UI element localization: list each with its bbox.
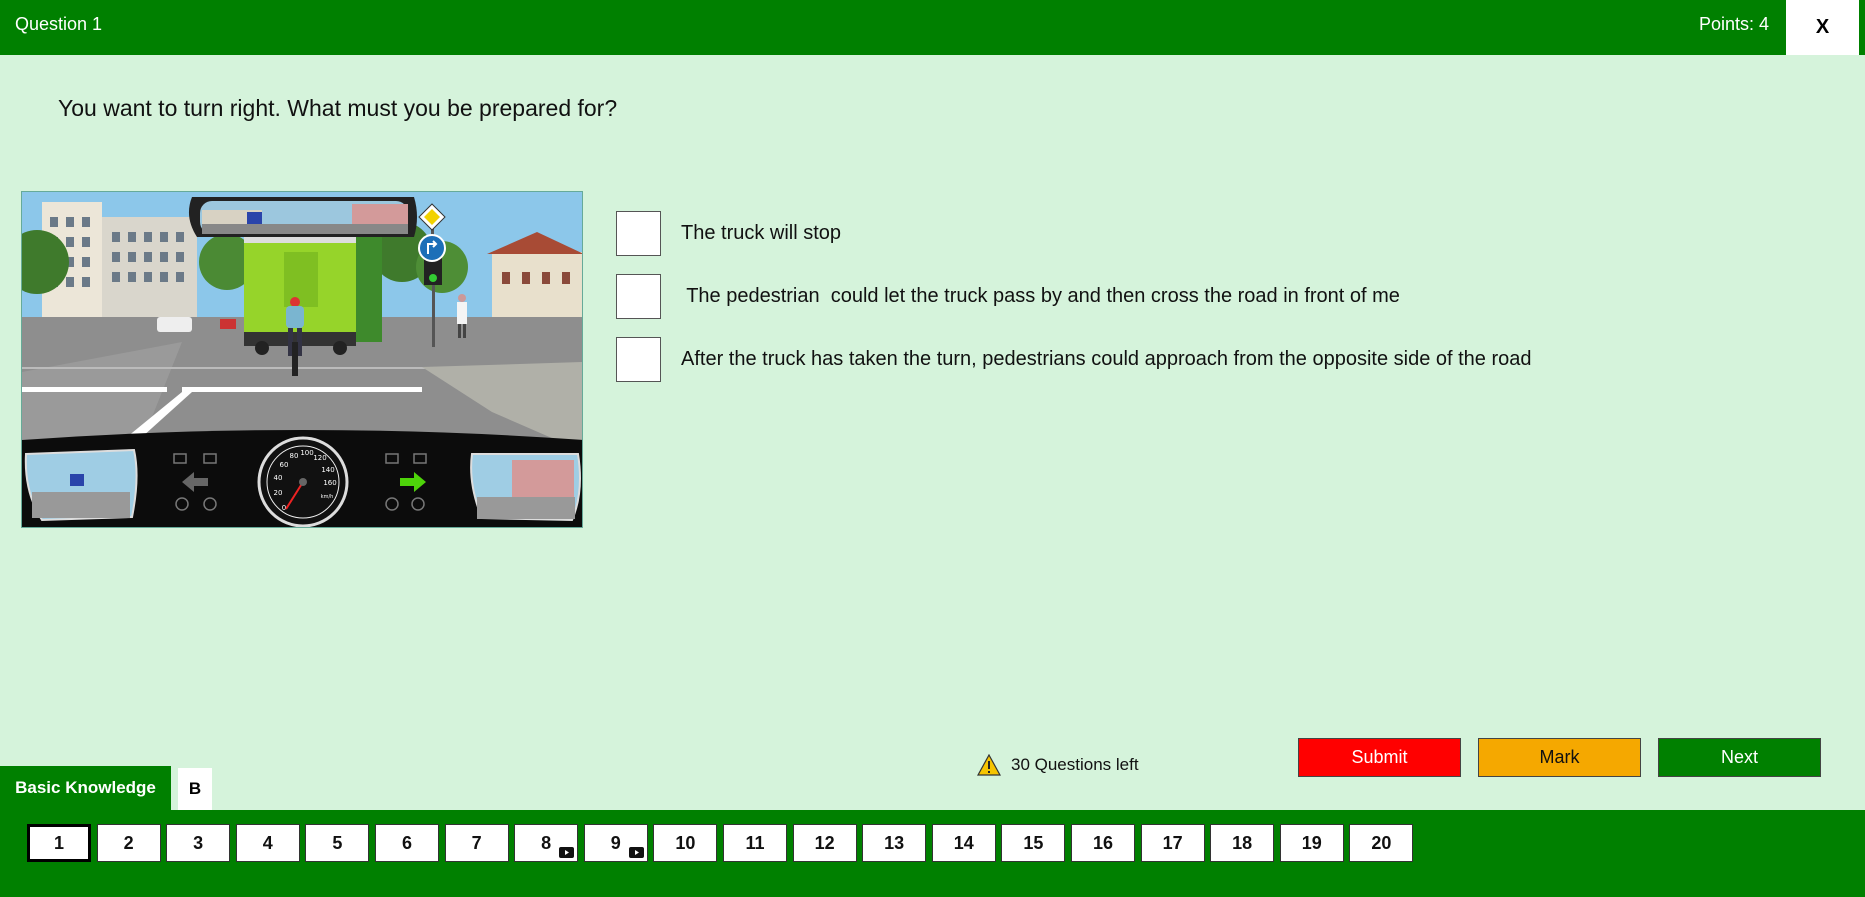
- question-number-label: 7: [471, 832, 482, 853]
- question-number-label: 1: [53, 832, 64, 853]
- question-number-button[interactable]: 10: [653, 824, 718, 862]
- questions-left-text: 30 Questions left: [1011, 755, 1139, 774]
- answer-option-1[interactable]: The truck will stop: [616, 210, 841, 256]
- question-number-label: 19: [1301, 832, 1322, 853]
- question-number-label: 13: [884, 832, 905, 853]
- speedo-unit: km/h: [321, 494, 334, 500]
- question-number-button[interactable]: 4: [235, 824, 300, 862]
- question-number-label: 8: [541, 832, 552, 853]
- next-button[interactable]: Next: [1658, 738, 1821, 777]
- question-number-label: 18: [1232, 832, 1253, 853]
- submit-button[interactable]: Submit: [1298, 738, 1461, 777]
- question-number-label: 14: [953, 832, 974, 853]
- question-label: Question 1: [15, 14, 103, 34]
- question-number-label: 17: [1162, 832, 1183, 853]
- question-number-button[interactable]: 16: [1071, 824, 1135, 862]
- question-number-button[interactable]: 14: [931, 824, 996, 862]
- question-number-label: 3: [193, 832, 204, 853]
- speedo-label-140: 140: [321, 466, 334, 474]
- speedo-label-40: 40: [274, 474, 283, 482]
- warning-icon: [977, 754, 1001, 776]
- question-number-label: 12: [814, 832, 835, 853]
- close-button[interactable]: X: [1786, 0, 1859, 55]
- answer-option-3[interactable]: After the truck has taken the turn, pede…: [616, 336, 1532, 382]
- question-number-button[interactable]: 9: [583, 824, 648, 862]
- speedo-label-100: 100: [300, 449, 313, 457]
- question-number-label: 11: [745, 832, 765, 853]
- question-number-label: 6: [401, 832, 412, 853]
- question-number-button[interactable]: 3: [166, 824, 231, 862]
- question-number-button[interactable]: 11: [723, 824, 787, 862]
- question-number-button[interactable]: 20: [1349, 824, 1414, 862]
- points-label: Points: 4: [1698, 14, 1769, 34]
- answer-text-1: The truck will stop: [681, 221, 842, 244]
- answer-option-2[interactable]: The pedestrian could let the truck pass …: [616, 273, 1400, 319]
- speedo-label-60: 60: [280, 461, 289, 469]
- question-number-button[interactable]: 6: [375, 824, 439, 862]
- question-number-label: 20: [1371, 832, 1392, 853]
- questions-left-status: 30 Questions left: [977, 754, 1139, 776]
- answer-checkbox-2[interactable]: [616, 273, 661, 319]
- question-number-button[interactable]: 19: [1279, 824, 1344, 862]
- speedo-label-20: 20: [274, 489, 283, 497]
- question-number-button[interactable]: 5: [305, 824, 370, 862]
- question-number-button[interactable]: 15: [1001, 824, 1066, 862]
- tab-basic-knowledge[interactable]: Basic Knowledge: [0, 766, 171, 810]
- question-number-button[interactable]: 18: [1210, 824, 1275, 862]
- tab-b[interactable]: B: [178, 768, 212, 810]
- video-icon: [559, 847, 575, 858]
- question-number-label: 5: [332, 832, 343, 853]
- question-number-label: 9: [610, 832, 621, 853]
- speedo-label-120: 120: [313, 454, 326, 462]
- video-icon: [628, 847, 644, 858]
- question-text: You want to turn right. What must you be…: [58, 95, 618, 121]
- question-image: 0 20 40 60 80 100 120 140 160 km/h: [21, 191, 583, 528]
- question-number-label: 4: [262, 832, 273, 853]
- question-number-label: 16: [1092, 832, 1114, 853]
- answer-text-2: The pedestrian could let the truck pass …: [681, 284, 1400, 307]
- question-number-button[interactable]: 17: [1140, 824, 1205, 862]
- answer-checkbox-3[interactable]: [616, 336, 661, 382]
- question-number-button[interactable]: 13: [862, 824, 927, 862]
- speedo-label-80: 80: [290, 452, 299, 460]
- answer-text-3: After the truck has taken the turn, pede…: [681, 347, 1532, 370]
- question-number-button[interactable]: 7: [444, 824, 509, 862]
- question-number-button[interactable]: 1: [27, 824, 91, 862]
- question-number-button[interactable]: 8: [514, 824, 579, 862]
- answer-checkbox-1[interactable]: [616, 210, 661, 256]
- speedo-label-160: 160: [323, 479, 336, 487]
- question-number-button[interactable]: 12: [792, 824, 857, 862]
- question-number-button[interactable]: 2: [96, 824, 161, 862]
- mark-button[interactable]: Mark: [1478, 738, 1641, 777]
- question-number-label: 2: [123, 832, 134, 853]
- question-number-label: 10: [675, 832, 696, 853]
- header-bar: Question 1 Points: 4 X: [0, 0, 1865, 55]
- question-number-label: 15: [1023, 832, 1044, 853]
